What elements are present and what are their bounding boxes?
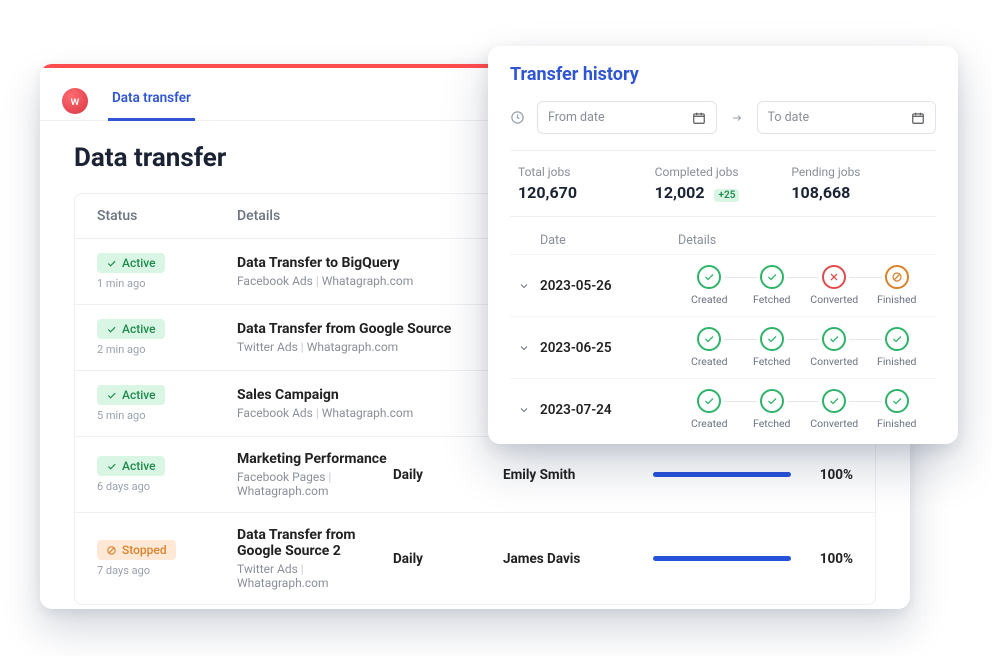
row-subtitle: Facebook Pages | Whatagraph.com <box>237 470 393 498</box>
progress-percent: 100% <box>807 551 853 567</box>
history-step: Finished <box>866 265 929 306</box>
step-label: Created <box>691 417 728 430</box>
status-badge: Stopped <box>97 540 176 560</box>
status-time: 1 min ago <box>97 277 237 290</box>
row-title: Data Transfer from Google Source 2 <box>237 527 393 559</box>
history-row[interactable]: 2023-07-24 Created Fetched Converted Finishe… <box>510 378 936 440</box>
step-status-icon <box>760 265 784 289</box>
clock-icon <box>510 110 525 125</box>
step-status-icon <box>697 327 721 351</box>
history-step: Created <box>678 389 741 430</box>
step-status-icon <box>822 327 846 351</box>
history-list-header: Date Details <box>510 227 936 254</box>
to-date-placeholder: To date <box>768 110 810 125</box>
step-label: Finished <box>877 355 916 368</box>
row-owner: James Davis <box>503 551 653 567</box>
step-label: Converted <box>810 355 858 368</box>
table-row[interactable]: Stopped 7 days agoData Transfer from Goog… <box>75 513 875 604</box>
step-label: Finished <box>877 293 916 306</box>
progress-bar <box>653 556 791 561</box>
stat-completed-value: 12,002 <box>655 183 705 202</box>
row-subtitle: Twitter Ads | Whatagraph.com <box>237 562 393 590</box>
history-step: Finished <box>866 389 929 430</box>
step-label: Converted <box>810 417 858 430</box>
status-time: 5 min ago <box>97 409 237 422</box>
history-step: Created <box>678 265 741 306</box>
progress-percent: 100% <box>807 467 853 483</box>
chevron-down-icon[interactable] <box>518 342 540 354</box>
stat-total-label: Total jobs <box>518 165 655 179</box>
history-date: 2023-07-24 <box>540 402 678 418</box>
row-progress: 100% <box>653 551 853 567</box>
history-step: Fetched <box>741 389 804 430</box>
status-badge: Active <box>97 456 165 476</box>
calendar-icon <box>911 111 925 125</box>
step-label: Fetched <box>753 417 790 430</box>
history-col-date: Date <box>518 233 678 248</box>
status-badge: Active <box>97 319 165 339</box>
stat-completed-delta: +25 <box>714 189 739 202</box>
row-title: Marketing Performance <box>237 451 393 467</box>
history-step: Fetched <box>741 327 804 368</box>
status-time: 2 min ago <box>97 343 237 356</box>
history-col-details: Details <box>678 233 928 248</box>
step-label: Created <box>691 293 728 306</box>
step-status-icon <box>697 265 721 289</box>
step-status-icon <box>760 327 784 351</box>
history-stats: Total jobs 120,670 Completed jobs 12,002… <box>510 150 936 217</box>
stat-total-value: 120,670 <box>518 183 577 202</box>
step-label: Converted <box>810 293 858 306</box>
stat-completed-label: Completed jobs <box>655 165 792 179</box>
step-label: Created <box>691 355 728 368</box>
progress-bar <box>653 472 791 477</box>
history-step: Converted <box>803 327 866 368</box>
from-date-placeholder: From date <box>548 110 605 125</box>
step-status-icon <box>822 265 846 289</box>
status-badge: Active <box>97 385 165 405</box>
history-date: 2023-06-25 <box>540 340 678 356</box>
history-title: Transfer history <box>510 64 936 85</box>
history-step: Converted <box>803 389 866 430</box>
step-status-icon <box>822 389 846 413</box>
history-row[interactable]: 2023-05-26 Created Fetched Converted Finishe… <box>510 254 936 316</box>
step-label: Finished <box>877 417 916 430</box>
row-frequency: Daily <box>393 467 503 483</box>
history-step: Finished <box>866 327 929 368</box>
status-time: 6 days ago <box>97 480 237 493</box>
row-frequency: Daily <box>393 551 503 567</box>
to-date-picker[interactable]: To date <box>757 101 937 134</box>
chevron-down-icon[interactable] <box>518 280 540 292</box>
history-date: 2023-05-26 <box>540 278 678 294</box>
history-step: Created <box>678 327 741 368</box>
status-time: 7 days ago <box>97 564 237 577</box>
history-step: Fetched <box>741 265 804 306</box>
step-label: Fetched <box>753 293 790 306</box>
col-header-status: Status <box>97 208 237 224</box>
transfer-history-panel: Transfer history From date To date Total… <box>488 46 958 444</box>
chevron-down-icon[interactable] <box>518 404 540 416</box>
row-progress: 100% <box>653 467 853 483</box>
stat-pending-label: Pending jobs <box>791 165 928 179</box>
step-status-icon <box>697 389 721 413</box>
app-logo: w <box>62 88 88 114</box>
tab-data-transfer[interactable]: Data transfer <box>108 82 195 121</box>
from-date-picker[interactable]: From date <box>537 101 717 134</box>
step-status-icon <box>760 389 784 413</box>
status-badge: Active <box>97 253 165 273</box>
calendar-icon <box>692 111 706 125</box>
stat-pending-value: 108,668 <box>791 183 850 202</box>
step-status-icon <box>885 389 909 413</box>
step-label: Fetched <box>753 355 790 368</box>
history-step: Converted <box>803 265 866 306</box>
arrow-right-icon <box>729 112 745 124</box>
row-owner: Emily Smith <box>503 467 653 483</box>
step-status-icon <box>885 327 909 351</box>
history-row[interactable]: 2023-06-25 Created Fetched Converted Finishe… <box>510 316 936 378</box>
step-status-icon <box>885 265 909 289</box>
table-row[interactable]: Active 6 days agoMarketing Performance Fac… <box>75 437 875 513</box>
